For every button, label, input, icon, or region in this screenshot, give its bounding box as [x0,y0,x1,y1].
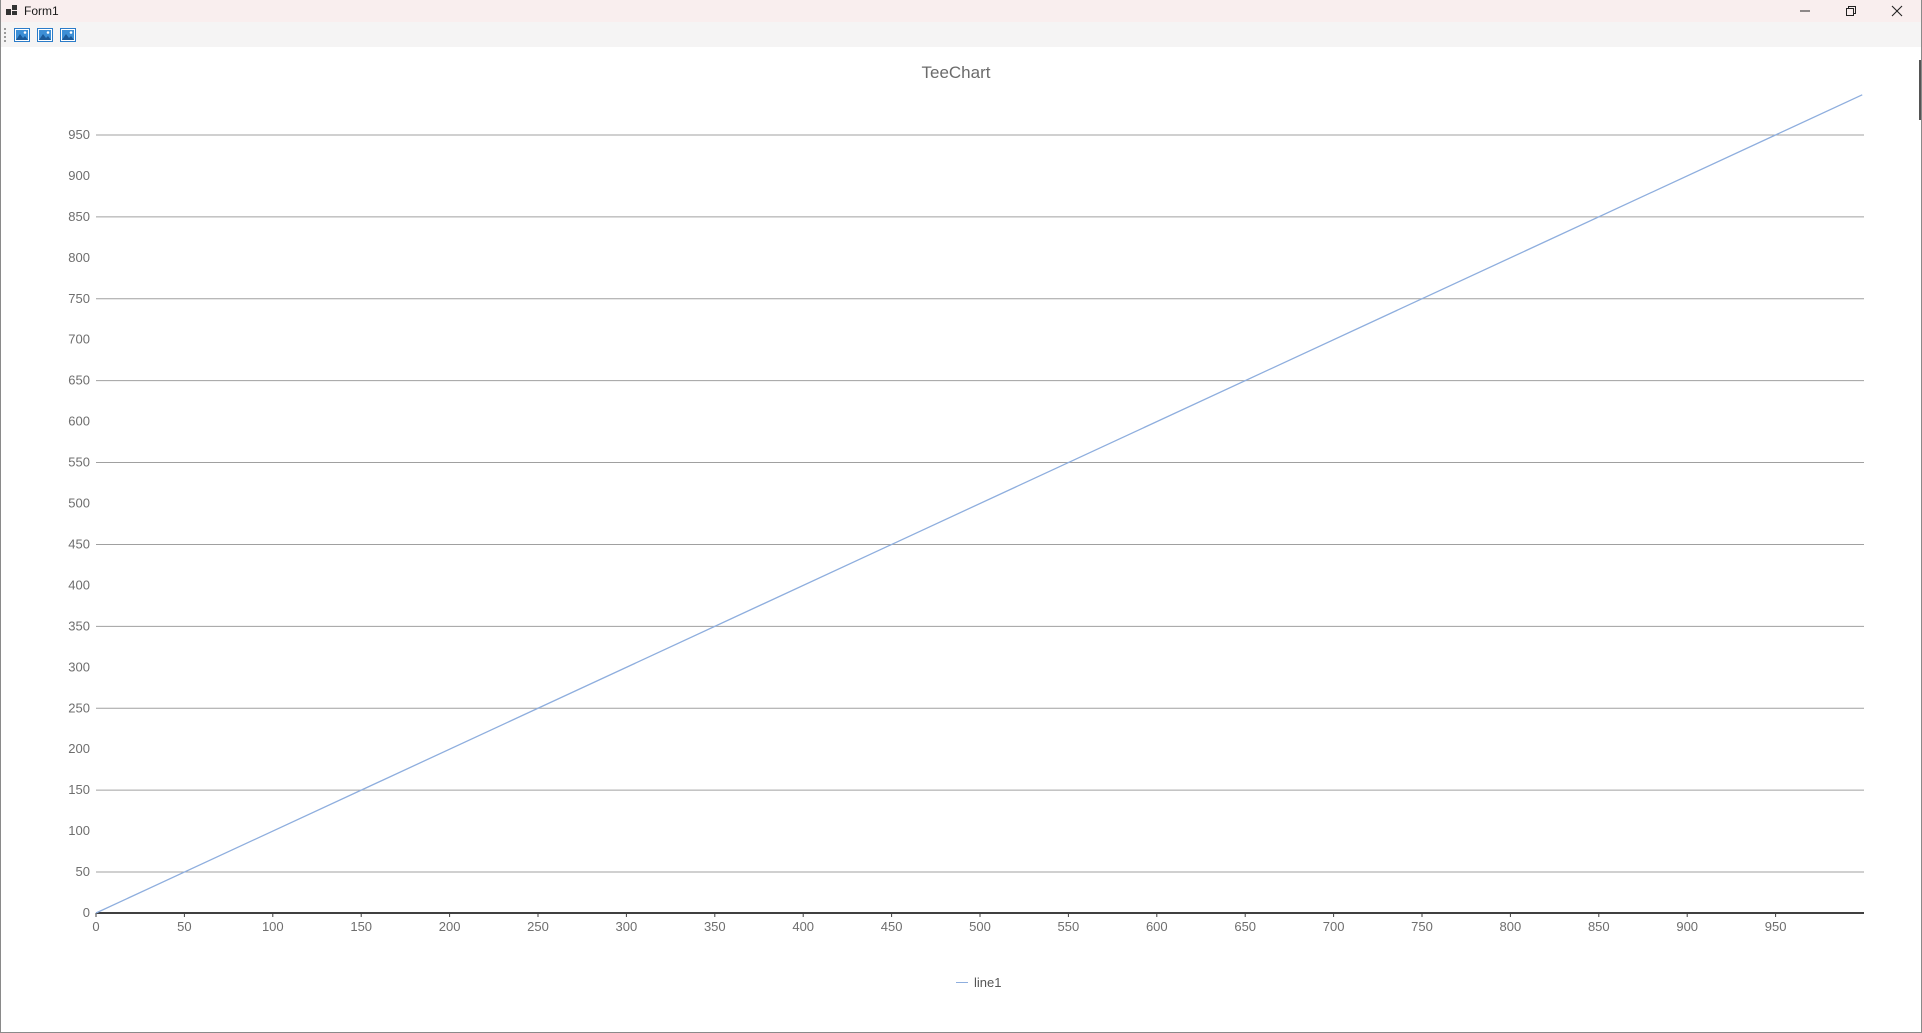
x-tick-label-200: 200 [439,919,461,934]
restore-button[interactable] [1828,0,1874,22]
image-icon [37,28,53,42]
y-tick-label-100: 100 [68,823,90,838]
toolbar-button-3[interactable] [58,25,78,45]
toolbar-grip-icon[interactable] [4,28,6,42]
y-tick-label-50: 50 [76,864,90,879]
x-tick-label-800: 800 [1500,919,1522,934]
app-window: Form1 TeeChart 0 50 100 150 200 250 300 … [0,0,1922,1033]
close-button[interactable] [1874,0,1920,22]
chart-legend[interactable]: line1 [956,973,1001,991]
x-tick-label-700: 700 [1323,919,1345,934]
x-tick-label-250: 250 [527,919,549,934]
y-tick-label-350: 350 [68,618,90,633]
x-tick-label-650: 650 [1234,919,1256,934]
image-icon [60,28,76,42]
x-tick-label-950: 950 [1765,919,1787,934]
y-tick-label-900: 900 [68,168,90,183]
toolbar [1,22,1921,47]
x-tick-label-50: 50 [177,919,191,934]
window-title: Form1 [24,4,59,18]
legend-label-line1: line1 [974,974,1002,990]
y-tick-label-700: 700 [68,332,90,347]
title-bar[interactable]: Form1 [1,0,1921,22]
image-icon [14,28,30,42]
x-tick-label-450: 450 [881,919,903,934]
chart-panel[interactable]: TeeChart 0 50 100 150 200 250 300 350 400 450 500 5… [1,47,1921,1032]
y-tick-label-950: 950 [68,127,90,142]
y-tick-label-0: 0 [83,905,90,920]
y-tick-label-800: 800 [68,250,90,265]
y-tick-label-500: 500 [68,496,90,511]
toolbar-button-2[interactable] [35,25,55,45]
x-tick-label-500: 500 [969,919,991,934]
minimize-icon [1800,10,1810,12]
app-icon [6,5,17,15]
y-tick-label-850: 850 [68,209,90,224]
close-icon [1891,5,1903,17]
y-tick-label-750: 750 [68,291,90,306]
y-tick-label-150: 150 [68,782,90,797]
minimize-button[interactable] [1782,0,1828,22]
x-tick-label-300: 300 [616,919,638,934]
scrollbar-thumb[interactable] [1919,60,1921,120]
x-tick-label-150: 150 [350,919,372,934]
chart-canvas[interactable]: 0501001502002503003504004505005506006507… [1,47,1921,1032]
y-tick-label-400: 400 [68,577,90,592]
x-tick-label-350: 350 [704,919,726,934]
x-tick-label-550: 550 [1058,919,1080,934]
x-tick-label-750: 750 [1411,919,1433,934]
x-tick-label-100: 100 [262,919,284,934]
legend-swatch-line1 [956,981,968,983]
y-tick-label-300: 300 [68,659,90,674]
y-tick-label-550: 550 [68,455,90,470]
y-tick-label-200: 200 [68,741,90,756]
x-tick-label-0: 0 [92,919,99,934]
restore-icon [1846,6,1856,16]
toolbar-button-1[interactable] [12,25,32,45]
x-tick-label-400: 400 [792,919,814,934]
x-tick-label-600: 600 [1146,919,1168,934]
y-tick-label-450: 450 [68,536,90,551]
y-tick-label-650: 650 [68,373,90,388]
x-tick-label-900: 900 [1676,919,1698,934]
y-tick-label-600: 600 [68,414,90,429]
x-tick-label-850: 850 [1588,919,1610,934]
y-tick-label-250: 250 [68,700,90,715]
